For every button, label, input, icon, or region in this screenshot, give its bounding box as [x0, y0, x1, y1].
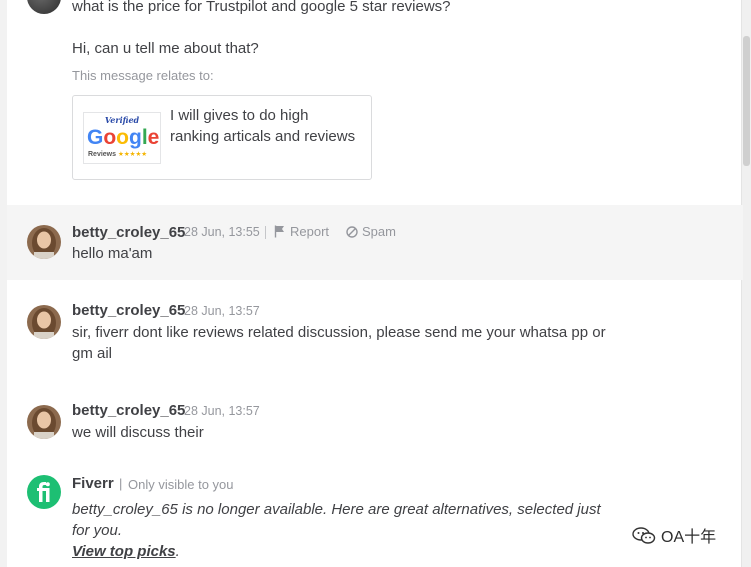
system-message-text: betty_croley_65 is no longer available. … [72, 501, 601, 539]
svg-text:Reviews: Reviews [88, 151, 116, 158]
avatar[interactable] [27, 305, 61, 339]
message-greeting: Hi, can u tell me about that? [72, 40, 259, 57]
gig-thumbnail: Verified Google Reviews ★★★★★ [83, 112, 161, 164]
google-reviews-badge-icon: Verified Google Reviews ★★★★★ [87, 115, 159, 158]
message-text: hello ma'am [72, 245, 153, 262]
username[interactable]: betty_croley_65 [72, 224, 185, 241]
sender-avatar[interactable] [27, 0, 61, 14]
timestamp: 28 Jun, 13:57 [184, 304, 260, 318]
gig-title[interactable]: I will gives to do high ranking articals… [170, 105, 360, 147]
view-top-picks-link[interactable]: View top picks [72, 543, 176, 560]
watermark-text: OA十年 [661, 529, 717, 546]
fiverr-logo-icon [27, 475, 61, 509]
message-item: betty_croley_65 28 Jun, 13:57 sir, fiver… [7, 285, 743, 375]
timestamp: 28 Jun, 13:55 [184, 225, 260, 239]
system-message-body: betty_croley_65 is no longer available. … [72, 499, 617, 562]
related-gig-card[interactable]: Verified Google Reviews ★★★★★ I will giv… [72, 95, 372, 180]
visibility-note: Only visible to you [128, 477, 234, 492]
separator: | [119, 476, 123, 491]
scrollbar-thumb[interactable] [743, 36, 750, 166]
flag-icon [274, 225, 286, 241]
left-panel-edge [0, 0, 7, 567]
timestamp: 28 Jun, 13:57 [184, 404, 260, 418]
user-photo-icon [27, 305, 61, 339]
message-item: betty_croley_65 28 Jun, 13:55 Report Spa… [7, 205, 743, 280]
block-icon [346, 226, 358, 241]
link-suffix: . [175, 543, 180, 560]
user-photo-icon [27, 225, 61, 259]
wechat-icon [632, 527, 656, 550]
report-label: Report [290, 224, 330, 239]
message-question: what is the price for Trustpilot and goo… [72, 0, 451, 15]
system-message: Fiverr | Only visible to you betty_crole… [7, 467, 743, 567]
spam-button[interactable]: Spam [346, 224, 396, 241]
svg-text:Google: Google [87, 126, 159, 149]
svg-text:★★★★★: ★★★★★ [118, 150, 147, 158]
username[interactable]: betty_croley_65 [72, 402, 185, 419]
avatar[interactable] [27, 405, 61, 439]
svg-text:Verified: Verified [105, 115, 140, 125]
message-text: sir, fiverr dont like reviews related di… [72, 324, 606, 362]
report-button[interactable]: Report [274, 224, 329, 241]
relates-to-label: This message relates to: [72, 68, 214, 83]
system-sender: Fiverr [72, 475, 114, 492]
user-photo-icon [27, 405, 61, 439]
watermark: OA十年 [632, 523, 716, 550]
username[interactable]: betty_croley_65 [72, 302, 185, 319]
avatar[interactable] [27, 225, 61, 259]
divider [265, 226, 266, 239]
spam-label: Spam [362, 224, 396, 239]
message-text: we will discuss their [72, 424, 204, 441]
message-item: betty_croley_65 28 Jun, 13:57 we will di… [7, 385, 743, 450]
